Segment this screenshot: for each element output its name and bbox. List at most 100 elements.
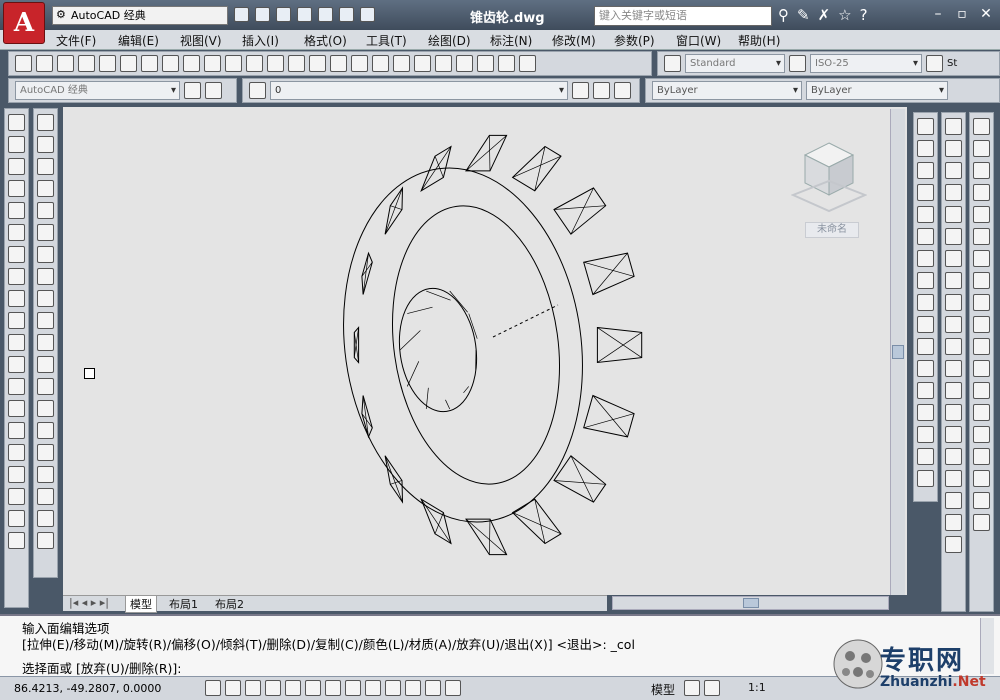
bottom-view-icon[interactable] [973,140,990,157]
snap-mode-icon[interactable] [225,680,241,696]
union-icon[interactable] [917,140,934,157]
move-faces-icon[interactable] [917,228,934,245]
2d-solid-icon[interactable] [945,118,962,135]
3d-move-icon[interactable] [945,250,962,267]
union-icon[interactable] [37,444,54,461]
sheet-set-icon[interactable] [456,55,473,72]
3d-move-icon[interactable] [37,510,54,527]
array-3d-icon[interactable] [945,536,962,553]
vertical-scrollbar[interactable] [890,109,905,595]
redo-icon[interactable] [288,55,305,72]
ortho-mode-icon[interactable] [265,680,281,696]
right-view-icon[interactable] [973,184,990,201]
line-icon[interactable] [8,114,25,131]
menu-insert[interactable]: 插入(I) [242,32,279,49]
tab-nav-arrows[interactable]: |◂ ◂ ▸ ▸| [65,596,113,609]
drawing-area[interactable]: 未命名 [63,107,907,595]
table-icon[interactable] [8,488,25,505]
render-icon[interactable] [973,514,990,531]
mirror-3d-icon[interactable] [945,492,962,509]
tool-palettes-icon[interactable] [435,55,452,72]
construction-line-icon[interactable] [8,136,25,153]
imprint-icon[interactable] [917,118,934,135]
layer-manager-icon[interactable] [249,82,266,99]
menu-file[interactable]: 文件(F) [56,32,96,49]
shell-icon[interactable] [917,448,934,465]
menu-parametric[interactable]: 参数(P) [614,32,655,49]
torus-surface-icon[interactable] [945,272,962,289]
delete-faces-icon[interactable] [917,272,934,289]
layer-combo[interactable]: 0 [270,81,568,100]
extrude-icon[interactable] [945,470,962,487]
text-style-combo[interactable]: Standard [685,54,785,73]
planar-surface-icon[interactable] [37,312,54,329]
orbit-icon[interactable] [973,382,990,399]
polygon-icon[interactable] [8,180,25,197]
fly-icon[interactable] [973,470,990,487]
revolve-icon[interactable] [37,400,54,417]
align-3d-icon[interactable] [945,514,962,531]
sphere-surface-icon[interactable] [945,228,962,245]
vertical-scroll-thumb[interactable] [892,345,904,359]
offset-faces-icon[interactable] [917,250,934,267]
tab-layout1[interactable]: 布局1 [165,596,202,612]
ruled-surface-icon[interactable] [945,382,962,399]
lineweight-icon[interactable] [405,680,421,696]
check-icon[interactable] [917,470,934,487]
tab-layout2[interactable]: 布局2 [211,596,248,612]
menu-draw[interactable]: 绘图(D) [428,32,471,49]
help-icon[interactable]: ? [860,6,868,24]
match-properties-icon[interactable] [225,55,242,72]
color-edges-icon[interactable] [917,404,934,421]
exchange-icon[interactable]: ✗ [818,6,831,24]
color-combo[interactable]: ByLayer [652,81,802,100]
close-button[interactable]: ✕ [974,4,998,24]
horizontal-scroll-thumb[interactable] [743,598,759,608]
copy-edges-icon[interactable] [917,382,934,399]
sphere-icon[interactable] [37,202,54,219]
publish-icon[interactable] [120,55,137,72]
spline-icon[interactable] [8,290,25,307]
revision-cloud-icon[interactable] [8,268,25,285]
zoom-previous-icon[interactable] [372,55,389,72]
viewcube-ucs-menu[interactable]: 未命名 [805,222,859,238]
polysolid-icon[interactable] [37,114,54,131]
annotation-scale[interactable]: 1:1 [748,681,766,694]
make-block-icon[interactable] [8,378,25,395]
edge-surface-icon[interactable] [945,360,962,377]
sweep-icon[interactable] [37,378,54,395]
insert-block-icon[interactable] [8,356,25,373]
3d-object-snap-icon[interactable] [325,680,341,696]
markup-icon[interactable] [477,55,494,72]
intersect-icon[interactable] [917,184,934,201]
make-current-icon[interactable] [572,82,589,99]
workspace-icon[interactable] [205,82,222,99]
application-menu-button[interactable]: A [3,2,45,44]
gradient-icon[interactable] [8,444,25,461]
coordinate-display[interactable]: 86.4213, -49.2807, 0.0000 [14,682,161,695]
copy-faces-icon[interactable] [917,338,934,355]
extrude-faces-icon[interactable] [917,206,934,223]
region-icon[interactable] [8,466,25,483]
arc-icon[interactable] [8,224,25,241]
viewcube[interactable] [791,137,867,217]
zoom-window-icon[interactable] [351,55,368,72]
layer-previous-icon[interactable] [593,82,610,99]
tabulated-surface-icon[interactable] [945,404,962,421]
dynamic-ucs-icon[interactable] [365,680,381,696]
plot-icon[interactable] [360,7,375,22]
block-editor-icon[interactable] [246,55,263,72]
save-icon[interactable] [276,7,291,22]
dim-style-combo[interactable]: ISO-25 [810,54,922,73]
binoculars-icon[interactable]: ⚲ [778,6,789,24]
rotate-faces-icon[interactable] [917,294,934,311]
ellipse-arc-icon[interactable] [8,334,25,351]
transparency-icon[interactable] [425,680,441,696]
point-icon[interactable] [8,400,25,417]
free-orbit-icon[interactable] [973,404,990,421]
helix-icon[interactable] [37,290,54,307]
separate-icon[interactable] [917,426,934,443]
cone-icon[interactable] [37,180,54,197]
favorites-icon[interactable]: ☆ [838,6,851,24]
layer-states-icon[interactable] [614,82,631,99]
